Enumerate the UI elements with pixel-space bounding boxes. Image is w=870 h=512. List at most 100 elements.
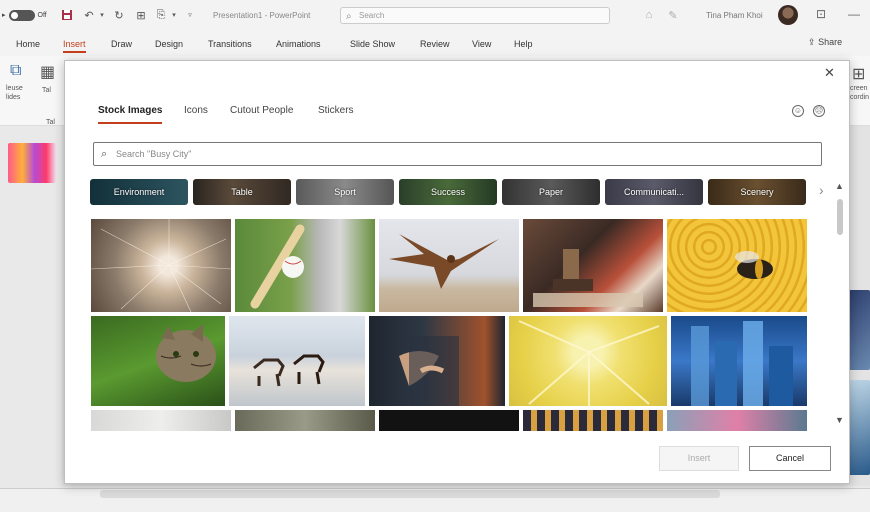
format-painter-icon[interactable]: ⎘ [154,8,168,22]
cat-art [156,324,216,382]
pen-icon[interactable]: ✎ [664,8,682,22]
hawk-art [389,234,499,289]
image-search-input[interactable]: ⌕ Search "Busy City" [93,142,822,166]
chevron-right-icon[interactable]: › [819,182,824,198]
tab-design[interactable]: Design [155,39,183,49]
feedback-frown-icon[interactable]: ☹ [813,105,825,117]
app-search-input[interactable]: ⌕ Search [340,7,610,24]
app-search-placeholder: Search [359,11,385,20]
search-icon: ⌕ [346,11,352,22]
image-tile-skyscrapers[interactable] [671,316,807,406]
image-tile-cat[interactable] [91,316,225,406]
image-tile-dandelion[interactable] [91,219,231,312]
reuse-label-line2: lides [6,94,21,101]
image-tile-texture[interactable] [235,410,375,431]
save-icon[interactable] [60,8,74,22]
image-tile-horses[interactable] [229,316,365,406]
title-bar: ▸ Off ↶ ▾ ↻ ⊞ ⎘ ▾ ▿ Presentation1 - Powe… [0,0,870,30]
autosave-label: Off [37,11,47,19]
tab-draw[interactable]: Draw [111,39,132,49]
chip-paper[interactable]: Paper [502,179,600,205]
tab-stickers[interactable]: Stickers [318,105,354,116]
table-icon[interactable]: ▦ [40,62,55,82]
image-tile-chairs[interactable] [523,410,663,431]
image-tile-lemon[interactable] [509,316,667,406]
vertical-scrollbar[interactable]: ▲ ▼ [835,181,845,431]
chip-scenery[interactable]: Scenery [708,179,806,205]
slide-thumbnail[interactable] [8,143,56,183]
autosave-arrow: ▸ [2,12,6,19]
chip-success[interactable]: Success [399,179,497,205]
image-tile-baseball[interactable] [235,219,375,312]
baseball-art [250,224,305,309]
search-icon: ⌕ [101,148,108,160]
tab-view[interactable]: View [472,39,491,49]
image-tile-stamp[interactable] [523,219,663,312]
scroll-thumb[interactable] [837,199,843,235]
document-title: Presentation1 - PowerPoint [213,11,311,20]
table-label: Tal [42,87,51,94]
tables-group-label: Tal [46,119,55,126]
screen-rec-line2: cordin [850,94,870,101]
ribbon-tab-bar: Home Insert Draw Design Transitions Anim… [0,30,870,56]
tab-stock-images[interactable]: Stock Images [98,105,163,124]
share-label: Share [818,37,843,47]
undo-dropdown-icon[interactable]: ▾ [98,8,106,22]
scroll-down-icon[interactable]: ▼ [835,415,844,425]
screen-recording-icon[interactable]: ⊞ [852,64,865,84]
tab-help[interactable]: Help [514,39,533,49]
insert-button[interactable]: Insert [659,446,739,471]
screen-recording-label: creen cordin [850,84,869,102]
tab-review[interactable]: Review [420,39,450,49]
image-tile-dark[interactable] [379,410,519,431]
tab-insert[interactable]: Insert [63,39,86,53]
autosave-toggle[interactable]: ▸ Off [2,9,52,21]
undo-icon[interactable]: ↶ [82,8,96,22]
chip-environment[interactable]: Environment [90,179,188,205]
customize-qat-icon[interactable]: ▿ [186,8,194,22]
image-tile-lotus[interactable] [667,410,807,431]
feedback-smile-icon[interactable]: ☺ [792,105,804,117]
lemon-art [518,320,660,406]
chip-sport[interactable]: Sport [296,179,394,205]
horizontal-scrollbar[interactable] [100,490,720,498]
tab-icons[interactable]: Icons [184,105,208,116]
reuse-slides-label: leuse lides [6,84,23,102]
redo-icon[interactable]: ↻ [112,8,126,22]
presentation-icon[interactable]: ⊞ [134,8,148,22]
user-name[interactable]: Tina Pham Khoi [706,11,763,20]
category-chips: Environment Table Sport Success Paper Co… [90,179,810,205]
designer-icon[interactable]: ⌂ [640,8,658,22]
image-tile-interior[interactable] [91,410,231,431]
reuse-label-line1: leuse [6,85,23,92]
image-tile-hawk[interactable] [379,219,519,312]
reuse-slides-icon[interactable]: ⧉ [10,62,21,80]
tab-slide-show[interactable]: Slide Show [350,39,395,49]
chip-table[interactable]: Table [193,179,291,205]
share-icon: ⇪ [808,37,816,47]
autosave-switch[interactable] [8,9,35,21]
close-icon[interactable]: ✕ [824,65,835,81]
horses-art [253,354,325,387]
image-search-placeholder: Search "Busy City" [116,149,192,159]
businessman-art [399,336,459,406]
image-tile-businessman[interactable] [369,316,505,406]
scroll-up-icon[interactable]: ▲ [835,181,844,191]
avatar[interactable] [778,5,798,25]
minimize-icon[interactable]: — [848,7,860,21]
tab-transitions[interactable]: Transitions [208,39,252,49]
tab-cutout-people[interactable]: Cutout People [230,105,293,116]
cancel-button[interactable]: Cancel [749,446,831,471]
dandelion-art [91,219,231,312]
tab-animations[interactable]: Animations [276,39,321,49]
tab-home[interactable]: Home [16,39,40,49]
stamp-art [533,249,643,307]
stock-images-dialog: ✕ Stock Images Icons Cutout People Stick… [64,60,850,484]
screen-rec-line1: creen [850,85,868,92]
qat-dropdown-icon[interactable]: ▾ [170,8,178,22]
share-button[interactable]: ⇪ Share [808,37,842,48]
image-grid [91,219,809,431]
image-tile-bee[interactable] [667,219,807,312]
chip-communication[interactable]: Communicati... [605,179,703,205]
ribbon-display-icon[interactable]: ⊡ [816,7,826,21]
